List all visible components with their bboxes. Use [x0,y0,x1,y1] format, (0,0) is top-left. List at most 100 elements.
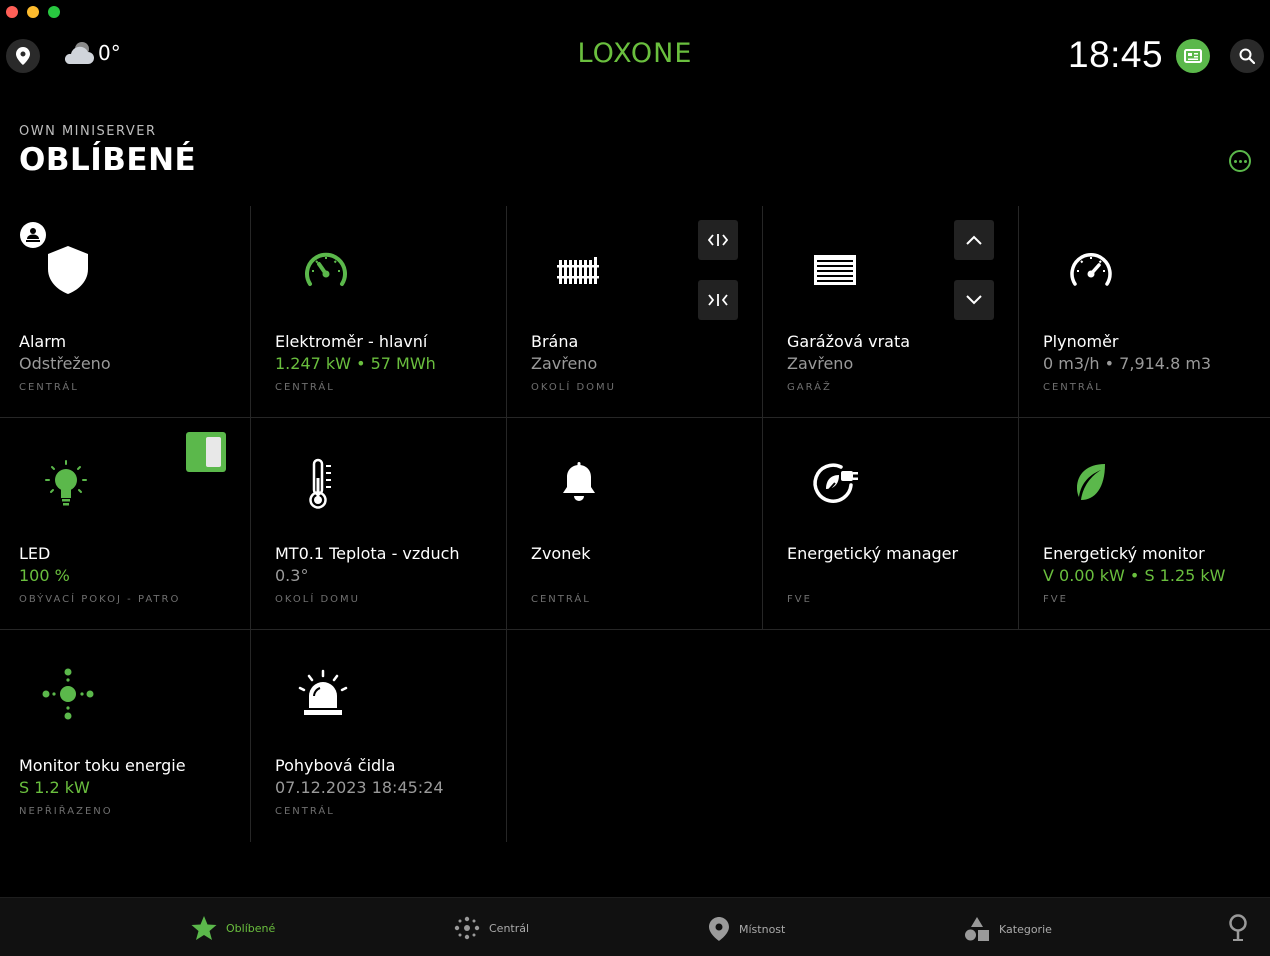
tile-teplota[interactable]: MT0.1 Teplota - vzduch 0.3° OKOLÍ DOMU [251,418,507,630]
more-dot [1238,159,1242,163]
tile-energeticky-manager[interactable]: Energetický manager FVE [763,418,1019,630]
tile-brana[interactable]: Brána Zavřeno OKOLÍ DOMU [507,206,763,418]
tile-room: CENTRÁL [531,594,591,605]
collapse-arrows-icon [708,294,728,306]
weather-widget[interactable]: 0° [60,40,121,66]
bell-icon [551,456,607,512]
tile-room: CENTRÁL [275,806,335,817]
more-dot [1233,159,1237,163]
tile-elektromer[interactable]: Elektroměr - hlavní 1.247 kW • 57 MWh CE… [251,206,507,418]
tile-name: Alarm [19,332,67,351]
tile-alarm[interactable]: Alarm Odstřeženo CENTRÁL [0,206,251,418]
tab-mistnost[interactable]: Místnost [708,916,785,942]
pin-icon [709,917,729,941]
gauge-icon [1063,242,1119,298]
loxone-logo: LOXONE [577,38,693,69]
tile-state: S 1.2 kW [19,778,90,797]
speedometer-icon [298,242,354,298]
tile-pohybova-cidla[interactable]: Pohybová čidla 07.12.2023 18:45:24 CENTR… [251,630,507,842]
minimize-window-button[interactable] [27,6,39,18]
more-dot [1243,159,1247,163]
location-button[interactable] [6,39,40,73]
tab-label: Centrál [489,921,530,935]
tile-garazova-vrata[interactable]: Garážová vrata Zavřeno GARÁŽ [763,206,1019,418]
tile-room: FVE [1043,594,1068,605]
tile-state: Zavřeno [787,354,854,373]
thermometer-icon [293,456,349,512]
tile-room: OKOLÍ DOMU [531,382,616,393]
garage-down-button[interactable] [954,280,994,320]
tile-state: 0.3° [275,566,309,585]
garage-door-icon [807,242,863,298]
location-nav-button[interactable] [1228,914,1248,942]
cloudy-moon-icon [64,42,94,64]
tab-oblibene[interactable]: Oblíbené [191,916,275,940]
weather-temperature: 0° [98,41,121,65]
tab-central[interactable]: Centrál [454,916,529,940]
tile-name: Energetický monitor [1043,544,1205,563]
tile-plynomer[interactable]: Plynoměr 0 m3/h • 7,914.8 m3 CENTRÁL [1019,206,1270,418]
siren-icon [295,666,351,722]
tile-name: Brána [531,332,579,351]
news-button[interactable] [1176,39,1210,73]
tile-name: LED [19,544,51,563]
tile-monitor-toku-energie[interactable]: Monitor toku energie S 1.2 kW NEPŘIŘAZEN… [0,630,251,842]
tile-room: FVE [787,594,812,605]
tile-room: OBÝVACÍ POKOJ - PATRO [19,594,181,605]
tab-label: Kategorie [999,922,1052,936]
tile-name: Plynoměr [1043,332,1119,351]
newspaper-icon [1184,49,1202,63]
bottom-navigation: Oblíbené Centrál Místnost Kategorie [0,897,1270,956]
search-button[interactable] [1230,39,1264,73]
tile-room: OKOLÍ DOMU [275,594,360,605]
tile-led[interactable]: LED 100 % OBÝVACÍ POKOJ - PATRO [0,418,251,630]
led-toggle-switch[interactable] [186,432,226,472]
clock: 18:45 [1068,34,1164,75]
garage-up-button[interactable] [954,220,994,260]
expand-arrows-icon [708,234,728,246]
tile-name: Garážová vrata [787,332,911,351]
chevron-up-icon [966,235,982,245]
more-options-button[interactable] [1229,150,1251,172]
tile-state: Odstřeženo [19,354,111,373]
tile-name: Pohybová čidla [275,756,396,775]
tile-energeticky-monitor[interactable]: Energetický monitor V 0.00 kW • S 1.25 k… [1019,418,1270,630]
tab-label: Místnost [739,922,786,936]
star-icon [191,916,217,940]
dots-icon [454,916,480,940]
energy-plug-icon [807,454,863,510]
fence-gate-icon [550,242,606,298]
search-icon [1239,48,1255,64]
tile-name: MT0.1 Teplota - vzduch [275,544,460,563]
energy-flow-icon [40,666,96,722]
tile-room: GARÁŽ [787,382,832,393]
map-pin-icon [1229,914,1247,941]
chevron-down-icon [966,295,982,305]
tile-room: CENTRÁL [19,382,79,393]
leaf-icon [1063,454,1119,510]
light-bulb-icon [38,456,94,512]
tab-label: Oblíbené [226,921,276,935]
window-controls [6,6,60,18]
tile-room: CENTRÁL [275,382,335,393]
tile-name: Elektroměr - hlavní [275,332,428,351]
toggle-knob [206,437,221,467]
tile-zvonek[interactable]: Zvonek CENTRÁL [507,418,763,630]
gate-close-button[interactable] [698,280,738,320]
tile-room: NEPŘIŘAZENO [19,806,113,817]
tab-kategorie[interactable]: Kategorie [964,916,1052,942]
tile-state: 07.12.2023 18:45:24 [275,778,444,797]
tile-state: 0 m3/h • 7,914.8 m3 [1043,354,1212,373]
location-pin-icon [16,47,30,65]
tile-name: Energetický manager [787,544,959,563]
shapes-icon [965,917,989,941]
shield-icon [40,242,96,298]
page-title: OBLÍBENÉ [19,142,197,178]
tile-state: V 0.00 kW • S 1.25 kW [1043,566,1226,585]
miniserver-name: OWN MINISERVER [19,124,157,139]
close-window-button[interactable] [6,6,18,18]
tile-state: 1.247 kW • 57 MWh [275,354,436,373]
tile-room: CENTRÁL [1043,382,1103,393]
zoom-window-button[interactable] [48,6,60,18]
gate-open-button[interactable] [698,220,738,260]
